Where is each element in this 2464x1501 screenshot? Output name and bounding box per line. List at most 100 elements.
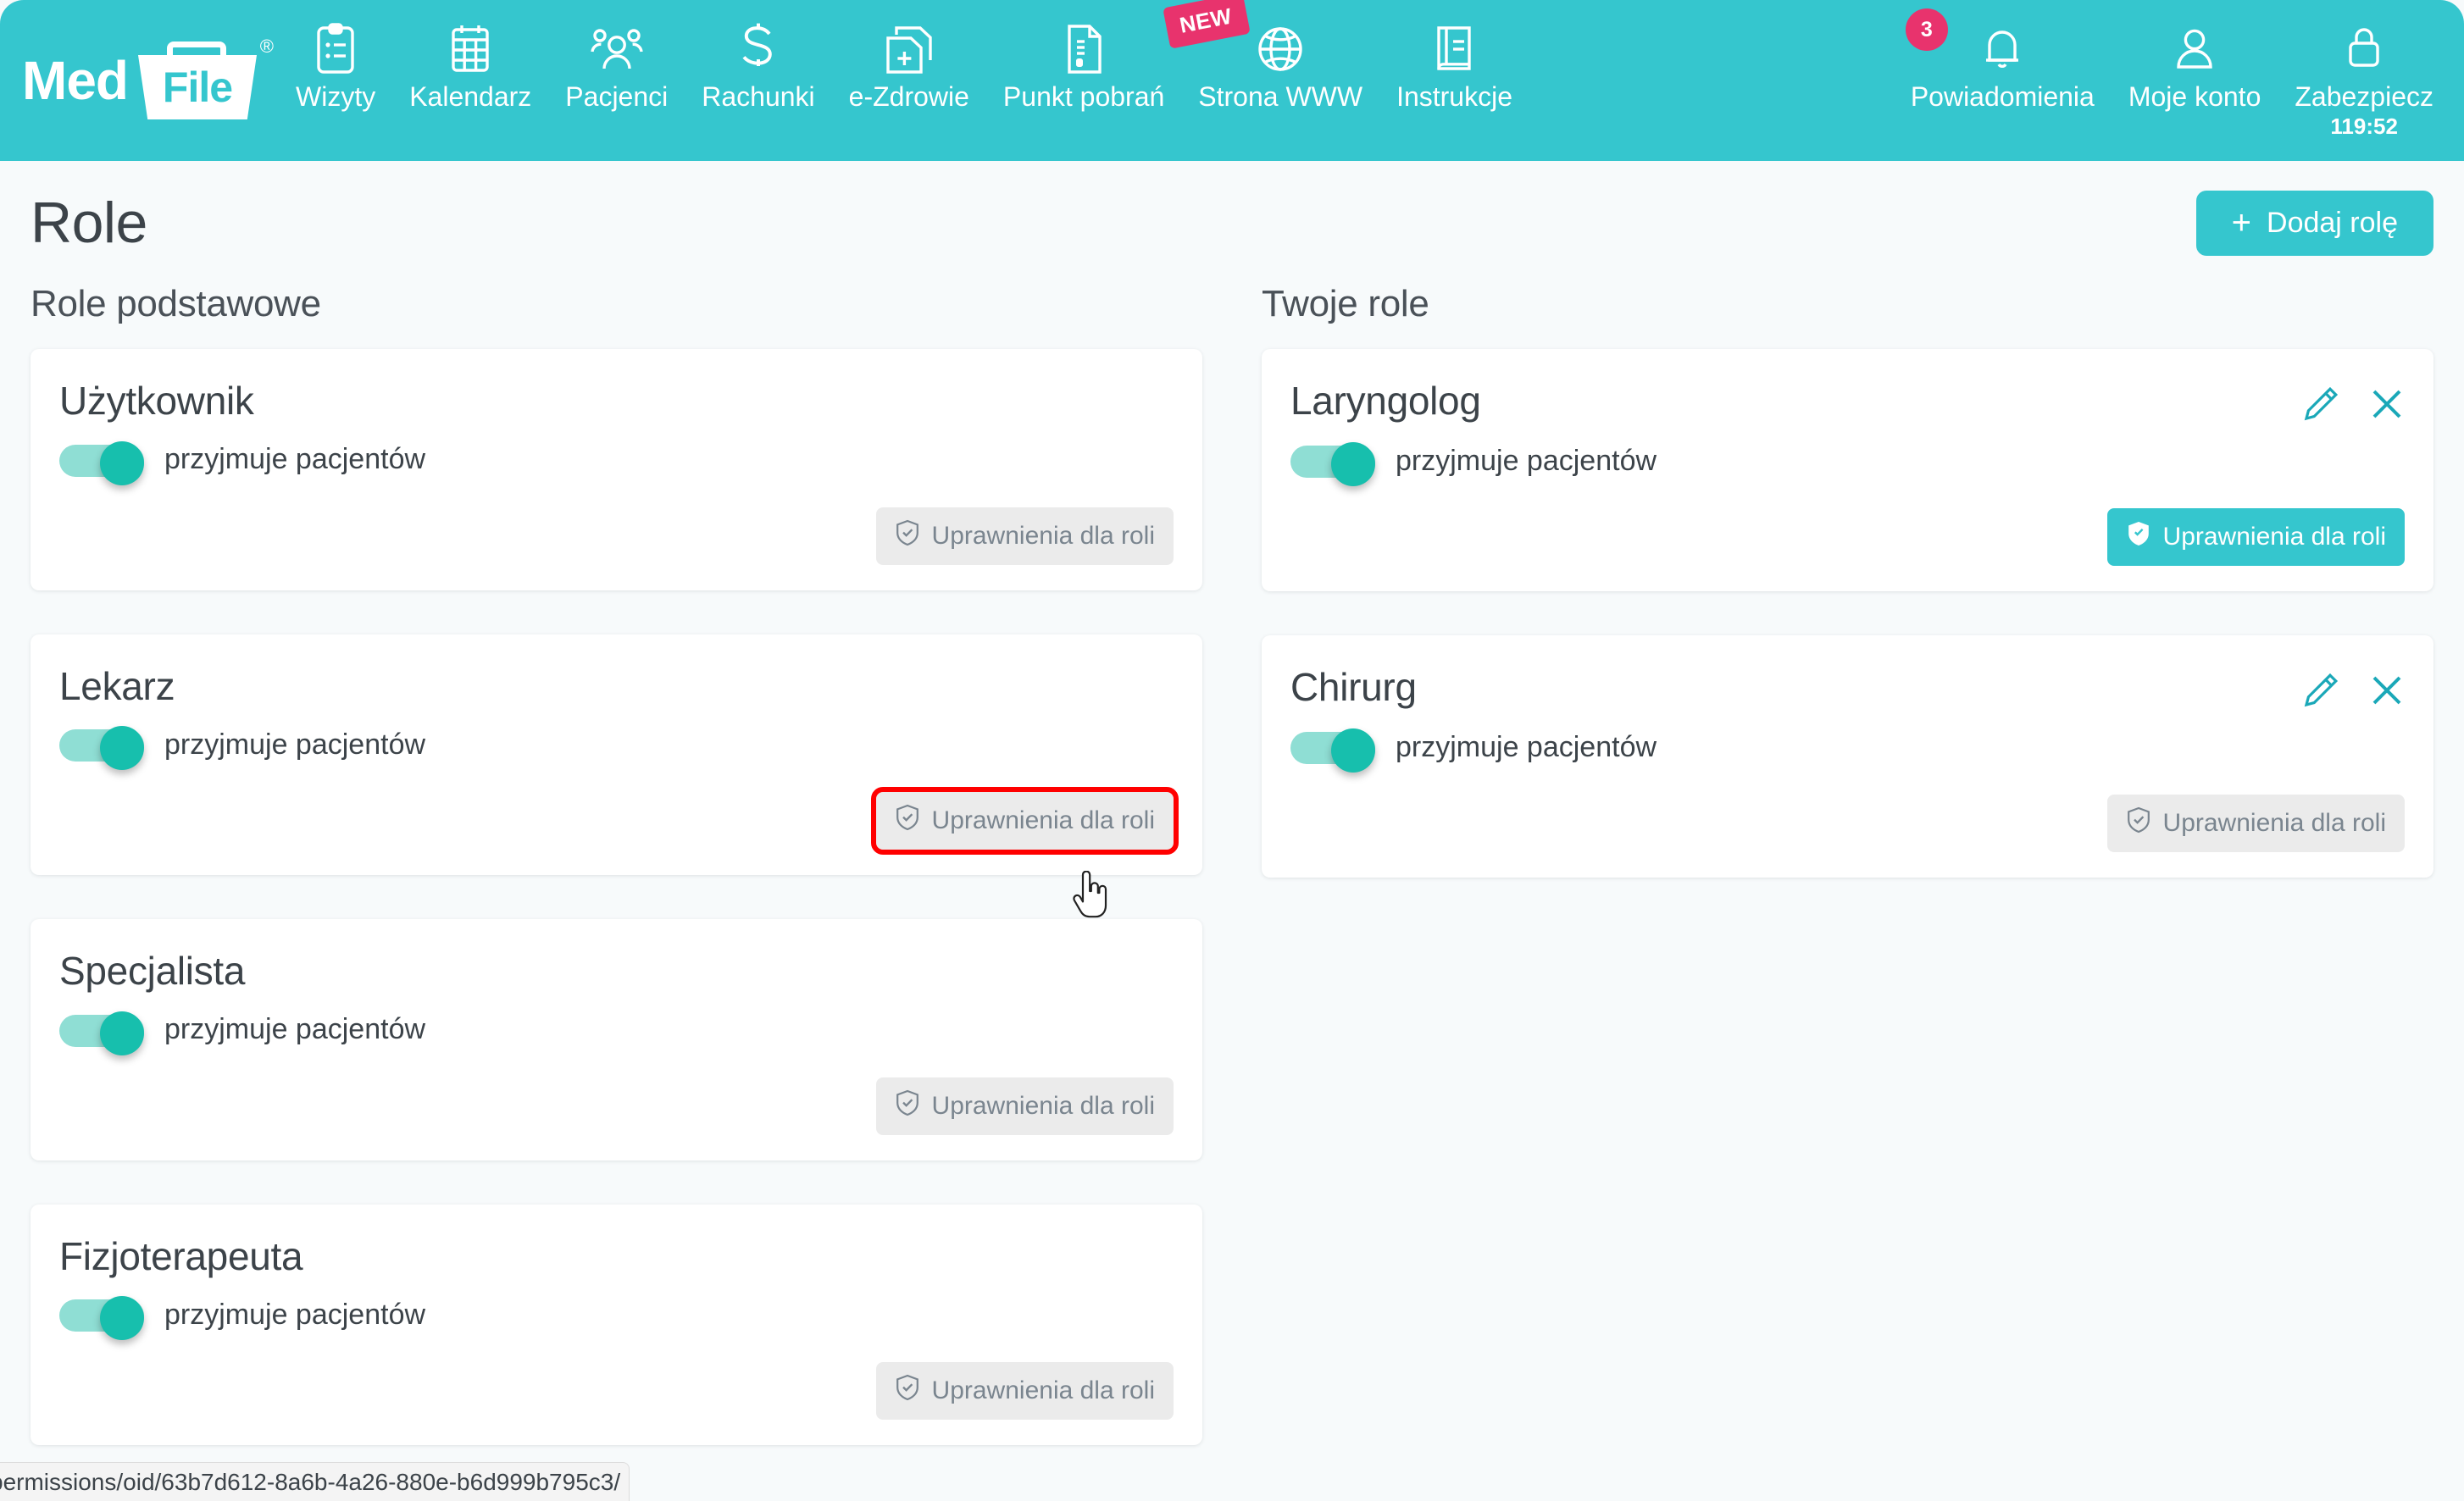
session-timer: 119:52: [2330, 113, 2398, 139]
role-card-uzytkownik: Użytkownik przyjmuje pacjentów Uprawnien…: [31, 349, 1202, 590]
role-card-lekarz: Lekarz przyjmuje pacjentów Uprawnienia d…: [31, 634, 1202, 876]
nav-label: Rachunki: [702, 81, 815, 112]
shield-check-icon: [895, 804, 920, 838]
card-footer: Uprawnienia dla roli: [1290, 508, 2405, 566]
role-permissions-button[interactable]: Uprawnienia dla roli: [2106, 508, 2405, 566]
medfile-logo[interactable]: Med File ®: [0, 0, 279, 161]
role-card-chirurg: Chirurg przyjmuje pacjentów Uprawnienia …: [1262, 635, 2433, 878]
card-header: Chirurg: [1290, 666, 2405, 710]
delete-role-button[interactable]: [2369, 673, 2405, 708]
nav-item-strona-www[interactable]: NEW Strona WWW: [1163, 0, 1379, 112]
card-header: Laryngolog: [1290, 379, 2405, 424]
new-badge: NEW: [1163, 0, 1251, 49]
card-footer: Uprawnienia dla roli: [59, 1077, 1174, 1135]
page-header: Role + Dodaj rolę: [24, 161, 2440, 264]
role-card-laryngolog: Laryngolog przyjmuje pacjentów Uprawnien…: [1262, 349, 2433, 591]
accepts-patients-row: przyjmuje pacjentów: [59, 1296, 1174, 1341]
add-role-button[interactable]: + Dodaj rolę: [2195, 190, 2433, 256]
role-title: Specjalista: [59, 949, 246, 994]
role-title: Fizjoterapeuta: [59, 1233, 303, 1278]
column-heading-basic: Role podstawowe: [31, 283, 321, 324]
edit-role-button[interactable]: [2301, 385, 2340, 424]
accepts-patients-toggle[interactable]: [1290, 442, 1375, 486]
toggle-label: przyjmuje pacjentów: [164, 728, 426, 761]
role-title: Użytkownik: [59, 379, 254, 423]
permissions-label: Uprawnienia dla roli: [2162, 809, 2386, 837]
nav-item-moje-konto[interactable]: Moje konto: [2112, 12, 2278, 112]
roles-columns: Role podstawowe Użytkownik przyjmuje pac…: [24, 264, 2440, 1489]
nav-label: Instrukcje: [1396, 81, 1512, 112]
registered-trademark-icon: ®: [259, 36, 274, 57]
toggle-label: przyjmuje pacjentów: [164, 1298, 426, 1331]
users-icon: [591, 17, 643, 81]
browser-status-bar: permissions/oid/63b7d612-8a6b-4a26-880e-…: [0, 1462, 630, 1501]
page-content: Role + Dodaj rolę Role podstawowe Użytko…: [0, 161, 2464, 1501]
folder-icon: File: [138, 42, 257, 119]
card-footer: Uprawnienia dla roli: [59, 1362, 1174, 1421]
pencil-icon: [2301, 673, 2340, 712]
nav-item-punkt-pobran[interactable]: Punkt pobrań: [986, 12, 1181, 112]
accepts-patients-toggle[interactable]: [1290, 728, 1375, 773]
nav-item-zabezpiecz[interactable]: Zabezpiecz 119:52: [2278, 12, 2450, 140]
accepts-patients-toggle[interactable]: [59, 1011, 144, 1055]
globe-icon: [1256, 17, 1305, 81]
pencil-icon: [2301, 386, 2340, 426]
role-permissions-button[interactable]: Uprawnienia dla roli: [2106, 795, 2405, 852]
accepts-patients-toggle[interactable]: [59, 1296, 144, 1341]
card-footer: Uprawnienia dla roli: [1290, 795, 2405, 852]
card-header: Lekarz: [59, 664, 1174, 708]
role-permissions-button[interactable]: Uprawnienia dla roli: [870, 787, 1179, 856]
notification-count-badge: 3: [1905, 8, 1948, 51]
role-title: Chirurg: [1290, 665, 1417, 709]
role-permissions-button[interactable]: Uprawnienia dla roli: [875, 1077, 1174, 1135]
nav-item-rachunki[interactable]: Rachunki: [685, 12, 831, 112]
logo-text-file: File: [162, 64, 233, 111]
accepts-patients-row: przyjmuje pacjentów: [59, 726, 1174, 771]
card-footer: Uprawnienia dla roli: [59, 787, 1179, 856]
close-icon: [2369, 676, 2405, 711]
nav-label: e-Zdrowie: [848, 81, 969, 112]
card-header: Użytkownik: [59, 379, 1174, 423]
nav-item-powiadomienia[interactable]: 3 Powiadomienia: [1894, 8, 2112, 112]
permissions-label: Uprawnienia dla roli: [931, 1091, 1155, 1120]
navigation-items: Wizyty Kalendarz Pacjenci Rachunki e-Zdr…: [279, 0, 2450, 161]
file-lines-icon: [1063, 17, 1105, 81]
accepts-patients-toggle[interactable]: [59, 726, 144, 771]
nav-item-kalendarz[interactable]: Kalendarz: [392, 12, 548, 112]
nav-label: Kalendarz: [409, 81, 532, 112]
nav-item-pacjenci[interactable]: Pacjenci: [548, 12, 685, 112]
page-title: Role: [31, 191, 147, 255]
toggle-label: przyjmuje pacjentów: [1396, 444, 1657, 477]
column-basic-roles: Role podstawowe Użytkownik przyjmuje pac…: [31, 283, 1202, 1489]
accepts-patients-toggle[interactable]: [59, 440, 144, 485]
accepts-patients-row: przyjmuje pacjentów: [59, 440, 1174, 485]
book-icon: [1432, 17, 1478, 81]
edit-role-button[interactable]: [2301, 671, 2340, 710]
close-icon: [2369, 390, 2405, 424]
nav-item-wizyty[interactable]: Wizyty: [279, 12, 392, 112]
role-card-specjalista: Specjalista przyjmuje pacjentów Uprawnie…: [31, 919, 1202, 1160]
nav-label: Pacjenci: [565, 81, 669, 112]
delete-role-button[interactable]: [2369, 386, 2405, 422]
accepts-patients-row: przyjmuje pacjentów: [59, 1011, 1174, 1055]
plus-icon: +: [2231, 204, 2252, 241]
role-card-fizjoterapeuta: Fizjoterapeuta przyjmuje pacjentów Upraw…: [31, 1204, 1202, 1446]
card-action-icons: [2301, 666, 2405, 710]
calendar-icon: [448, 17, 492, 81]
permissions-label: Uprawnienia dla roli: [2162, 523, 2386, 551]
role-permissions-button[interactable]: Uprawnienia dla roli: [875, 507, 1174, 565]
status-bar-url: permissions/oid/63b7d612-8a6b-4a26-880e-…: [0, 1468, 621, 1495]
nav-item-e-zdrowie[interactable]: e-Zdrowie: [832, 12, 986, 112]
nav-label: Wizyty: [296, 81, 376, 112]
shield-check-icon: [895, 1089, 920, 1123]
permissions-label: Uprawnienia dla roli: [931, 806, 1155, 835]
bell-icon: [1979, 17, 2025, 81]
user-icon: [2172, 17, 2217, 81]
role-permissions-button[interactable]: Uprawnienia dla roli: [875, 1362, 1174, 1421]
card-footer: Uprawnienia dla roli: [59, 507, 1174, 565]
nav-label: Moje konto: [2128, 81, 2261, 112]
shield-check-icon: [2126, 806, 2151, 840]
permissions-label: Uprawnienia dla roli: [931, 1376, 1155, 1405]
toggle-label: przyjmuje pacjentów: [164, 1013, 426, 1046]
nav-item-instrukcje[interactable]: Instrukcje: [1379, 12, 1529, 112]
